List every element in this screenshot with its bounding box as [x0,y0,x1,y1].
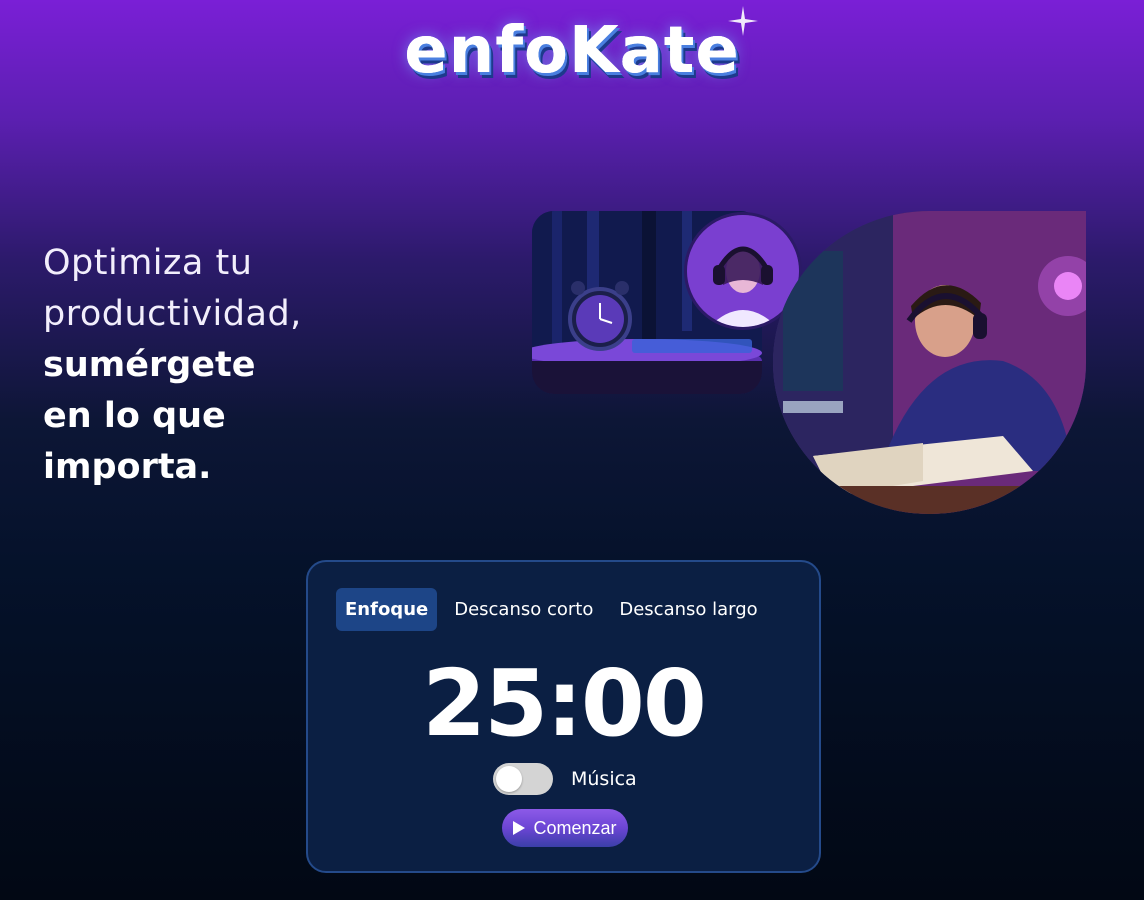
music-label: Música [571,768,637,790]
pomodoro-timer-card: Enfoque Descanso corto Descanso largo 25… [306,560,821,873]
play-icon [513,821,526,835]
music-row: Música [493,763,637,795]
toggle-knob [496,766,522,792]
timer-display: 25:00 [422,650,707,757]
start-button-label: Comenzar [533,817,617,838]
timer-mode-tabs: Enfoque Descanso corto Descanso largo [336,588,775,631]
man-studying-image [773,211,1086,514]
sparkle-icon [728,6,758,36]
tab-descanso-largo[interactable]: Descanso largo [610,588,766,631]
hero-line-2: productividad, [43,294,302,334]
tab-enfoque[interactable]: Enfoque [336,588,438,631]
hero-headline: Optimiza tu productividad, sumérgete en … [43,238,373,493]
music-toggle[interactable] [493,763,553,795]
logo: enfoKate [404,14,740,88]
start-button[interactable]: Comenzar [502,809,628,847]
hero-line-5: importa. [43,447,212,487]
hero-line-4: en lo que [43,396,226,436]
hero-line-1: Optimiza tu [43,243,253,283]
tab-descanso-corto[interactable]: Descanso corto [445,588,602,631]
hero-line-3: sumérgete [43,345,256,385]
